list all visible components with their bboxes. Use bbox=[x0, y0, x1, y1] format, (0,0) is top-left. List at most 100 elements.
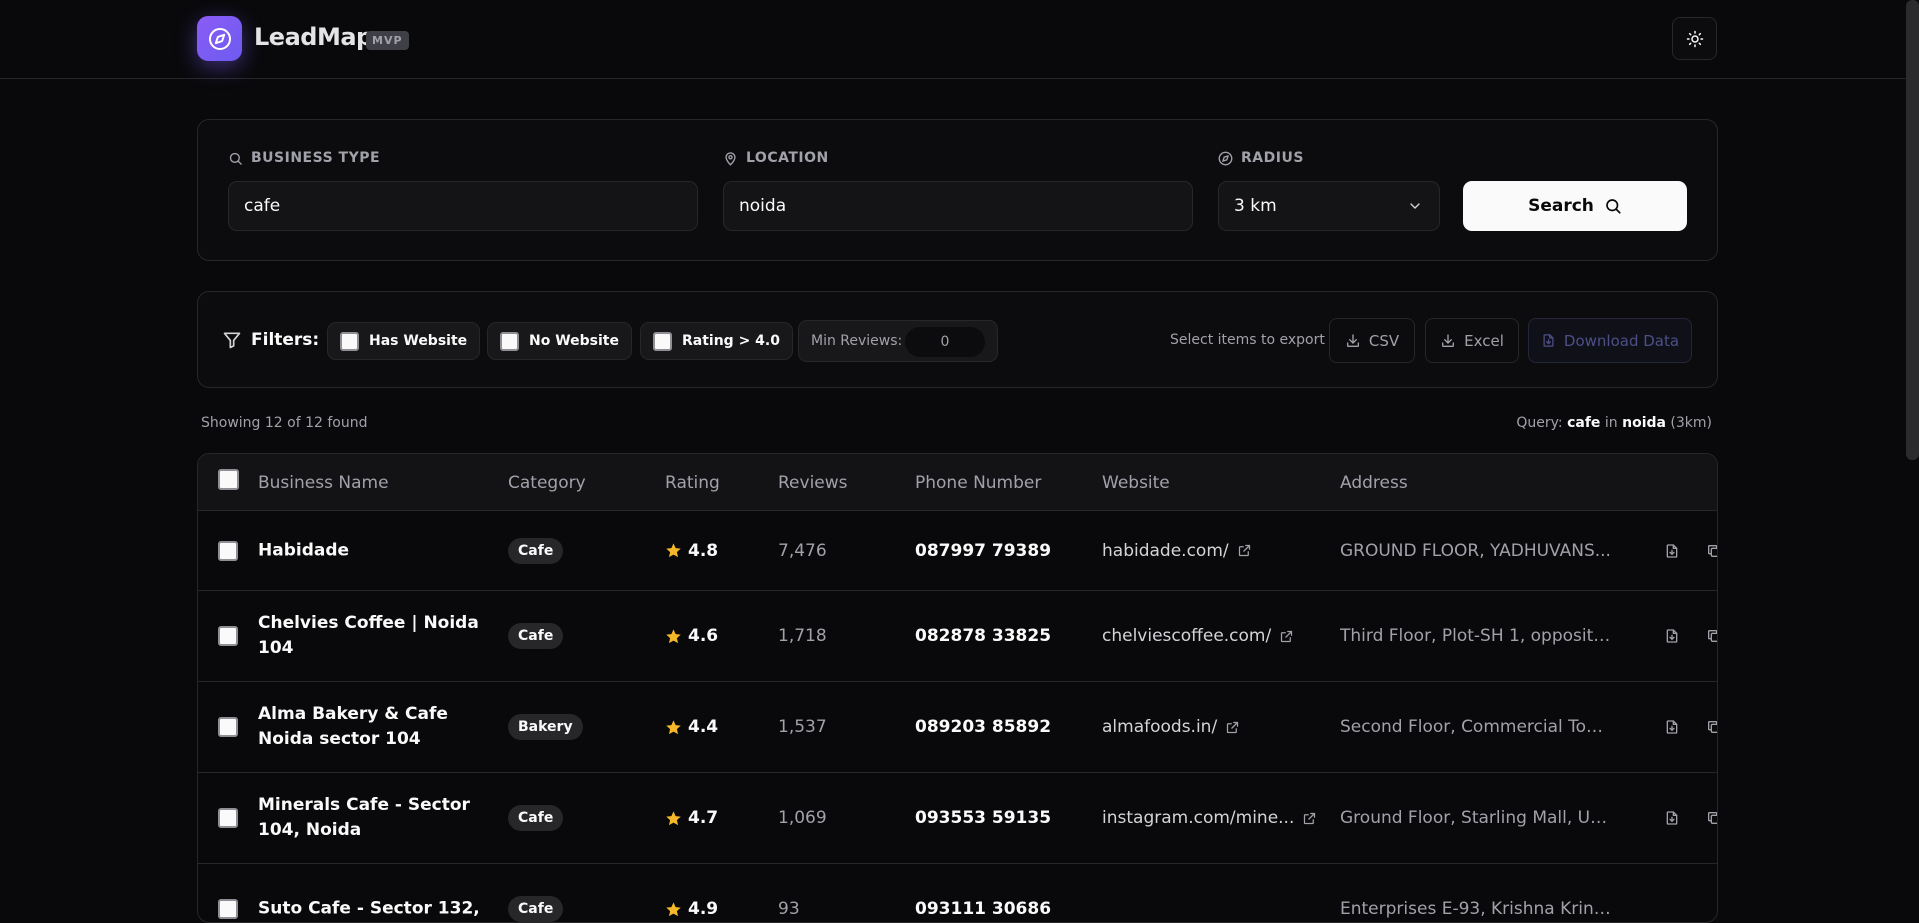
star-icon bbox=[666, 543, 681, 558]
no-website-checkbox[interactable] bbox=[500, 331, 519, 351]
location-label: LOCATION bbox=[723, 150, 829, 166]
has-website-filter[interactable]: Has Website bbox=[327, 322, 481, 360]
row-checkbox[interactable] bbox=[218, 808, 238, 828]
star-icon bbox=[666, 628, 681, 643]
star-icon bbox=[666, 810, 681, 825]
sun-icon bbox=[1686, 30, 1703, 47]
app-name: LeadMap bbox=[254, 23, 373, 51]
download-data-button[interactable]: Download Data bbox=[1528, 318, 1692, 363]
table-row[interactable]: Suto Cafe - Sector 132, Cafe 4.9 93 0931… bbox=[198, 864, 1717, 922]
review-count: 1,537 bbox=[778, 717, 827, 737]
business-name: Habidade bbox=[258, 540, 350, 560]
location-input[interactable]: noida bbox=[723, 181, 1193, 231]
category-badge: Bakery bbox=[508, 714, 583, 740]
address: Enterprises E-93, Krishna Kringa... bbox=[1340, 899, 1612, 919]
compass-logo-icon[interactable] bbox=[197, 16, 242, 61]
copy-icon[interactable] bbox=[1706, 719, 1718, 735]
category-badge: Cafe bbox=[508, 623, 564, 649]
website-link[interactable]: almafoods.in/ bbox=[1102, 717, 1240, 737]
review-count: 93 bbox=[778, 899, 800, 919]
map-pin-icon bbox=[725, 151, 736, 166]
export-hint: Select items to export bbox=[1170, 332, 1325, 348]
phone-number: 082878 33825 bbox=[915, 626, 1052, 646]
table-row[interactable]: Alma Bakery & Cafe Noida sector 104 Bake… bbox=[198, 682, 1717, 773]
theme-toggle-button[interactable] bbox=[1672, 17, 1717, 60]
external-link-icon bbox=[1238, 544, 1250, 557]
rating: 4.6 bbox=[665, 626, 718, 646]
star-icon bbox=[666, 901, 681, 916]
phone-number: 093553 59135 bbox=[915, 808, 1052, 828]
rating-filter[interactable]: Rating > 4.0 bbox=[640, 322, 793, 360]
business-name: Alma Bakery & Cafe Noida sector 104 bbox=[258, 704, 448, 749]
rating-checkbox[interactable] bbox=[653, 331, 672, 351]
category-badge: Cafe bbox=[508, 805, 564, 831]
copy-icon[interactable] bbox=[1706, 810, 1718, 826]
external-link-icon bbox=[1227, 721, 1239, 733]
category-badge: Cafe bbox=[508, 896, 564, 922]
search-button[interactable]: Search bbox=[1463, 181, 1687, 231]
external-link-icon bbox=[1304, 812, 1316, 824]
has-website-checkbox[interactable] bbox=[340, 331, 359, 351]
row-checkbox[interactable] bbox=[218, 899, 238, 919]
download-icon bbox=[1346, 333, 1359, 347]
radius-label: RADIUS bbox=[1218, 150, 1304, 166]
website-link[interactable]: chelviescoffee.com/ bbox=[1102, 626, 1294, 646]
website-link[interactable]: instagram.com/mine... bbox=[1102, 808, 1317, 828]
radius-select[interactable]: 3 km bbox=[1218, 181, 1440, 231]
rating: 4.4 bbox=[665, 717, 718, 737]
select-all-checkbox[interactable] bbox=[218, 469, 239, 490]
filter-icon bbox=[223, 332, 241, 349]
phone-number: 093111 30686 bbox=[915, 899, 1052, 919]
business-name: Suto Cafe - Sector 132, bbox=[258, 898, 480, 919]
header-website[interactable]: Website bbox=[1102, 473, 1170, 493]
csv-export-button[interactable]: CSV bbox=[1329, 318, 1415, 363]
file-download-icon[interactable] bbox=[1664, 628, 1680, 644]
address: Third Floor, Plot-SH 1, opposite P... bbox=[1340, 626, 1612, 646]
row-checkbox[interactable] bbox=[218, 540, 238, 561]
no-website-filter[interactable]: No Website bbox=[487, 322, 632, 360]
search-panel: BUSINESS TYPE cafe LOCATION noida RADIUS… bbox=[197, 119, 1718, 261]
file-download-icon[interactable] bbox=[1664, 810, 1680, 826]
row-checkbox[interactable] bbox=[218, 626, 238, 646]
file-download-icon[interactable] bbox=[1664, 719, 1680, 735]
rating: 4.8 bbox=[665, 541, 718, 561]
results-count: Showing 12 of 12 found bbox=[201, 415, 368, 431]
mvp-badge: MVP bbox=[366, 31, 409, 50]
external-link-icon bbox=[1281, 630, 1293, 642]
phone-number: 087997 79389 bbox=[915, 540, 1052, 561]
results-table: Business Name Category Rating Reviews Ph… bbox=[197, 453, 1718, 923]
file-download-icon[interactable] bbox=[1664, 543, 1680, 559]
rating: 4.9 bbox=[665, 899, 718, 919]
header-reviews[interactable]: Reviews bbox=[778, 473, 848, 493]
table-row[interactable]: Habidade Cafe 4.8 7,476 087997 79389 hab… bbox=[198, 511, 1717, 591]
min-reviews-input[interactable]: 0 bbox=[905, 327, 985, 357]
filter-bar: Filters: Has Website No Website Rating >… bbox=[197, 291, 1718, 388]
table-row[interactable]: Minerals Cafe - Sector 104, Noida Cafe 4… bbox=[198, 773, 1717, 864]
business-type-input[interactable]: cafe bbox=[228, 181, 698, 231]
min-reviews-filter: Min Reviews: 0 bbox=[798, 320, 998, 362]
search-icon bbox=[1606, 199, 1621, 214]
row-checkbox[interactable] bbox=[218, 717, 238, 737]
header-phone[interactable]: Phone Number bbox=[915, 473, 1041, 493]
header-address[interactable]: Address bbox=[1340, 473, 1408, 493]
copy-icon[interactable] bbox=[1706, 543, 1718, 559]
header-category[interactable]: Category bbox=[508, 473, 586, 493]
excel-export-button[interactable]: Excel bbox=[1425, 318, 1519, 363]
table-row[interactable]: Chelvies Coffee | Noida 104 Cafe 4.6 1,7… bbox=[198, 591, 1717, 682]
review-count: 1,718 bbox=[778, 626, 827, 646]
top-bar: LeadMap MVP bbox=[0, 0, 1919, 79]
star-icon bbox=[666, 719, 681, 734]
address: GROUND FLOOR, YADHUVANS... bbox=[1340, 540, 1611, 561]
business-name: Minerals Cafe - Sector 104, Noida bbox=[258, 795, 470, 840]
rating: 4.7 bbox=[665, 808, 718, 828]
download-icon bbox=[1442, 333, 1455, 347]
header-business-name[interactable]: Business Name bbox=[258, 473, 389, 493]
copy-icon[interactable] bbox=[1706, 628, 1718, 644]
compass-icon bbox=[1218, 151, 1233, 165]
file-download-icon bbox=[1543, 334, 1554, 347]
business-type-label: BUSINESS TYPE bbox=[228, 150, 380, 166]
page-scrollbar[interactable] bbox=[1906, 0, 1919, 460]
website-link[interactable]: habidade.com/ bbox=[1102, 541, 1252, 561]
header-rating[interactable]: Rating bbox=[665, 473, 720, 493]
query-summary: Query: cafe in noida (3km) bbox=[1516, 415, 1712, 431]
